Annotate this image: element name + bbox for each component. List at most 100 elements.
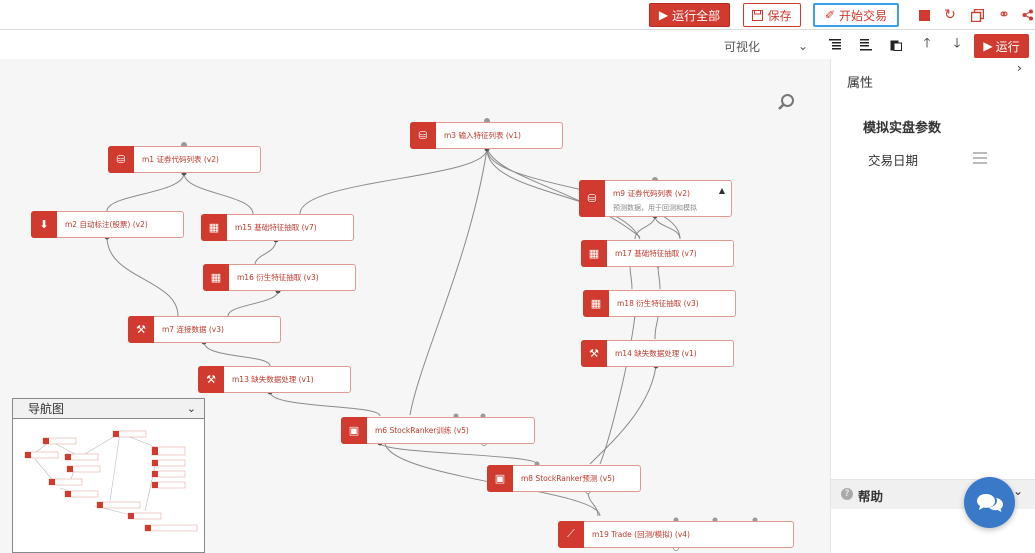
hamburger-icon[interactable] [973, 152, 987, 164]
trade-date-label: 交易日期 [868, 153, 919, 168]
table-feature-icon: ▦ [201, 213, 227, 241]
help-label: 帮助 [858, 489, 884, 504]
table-feature-icon: ▦ [203, 263, 229, 291]
question-icon: ? [841, 488, 853, 500]
paste-icon[interactable] [887, 36, 905, 54]
plug-icon: ✐ [824, 8, 836, 22]
node-m7[interactable]: ⚒ m7 连接数据 (v3) [128, 315, 281, 343]
data-process-icon: ⚒ [128, 315, 154, 343]
node-label: m14 缺失数据处理 (v1) [615, 349, 697, 358]
node-m1[interactable]: ⛁ m1 证券代码列表 (v2) [108, 145, 261, 173]
edge [629, 264, 633, 290]
node-m18[interactable]: ▦ m18 衍生特征抽取 (v3) [583, 289, 736, 317]
node-text: m9 证券代码列表 (v2) 预测数据，用于回测和模拟 [605, 181, 697, 213]
node-m15[interactable]: ▦ m15 基础特征抽取 (v7) [201, 213, 354, 241]
arrow-down-icon[interactable]: 🡓 [948, 36, 966, 54]
node-label: m1 证券代码列表 (v2) [142, 155, 219, 164]
edge [227, 290, 279, 317]
node-label: m2 自动标注(股票) (v2) [65, 220, 148, 229]
chevron-right-icon[interactable]: › [1017, 61, 1022, 75]
model-predict-icon: ▣ [487, 464, 513, 492]
top-toolbar: ▶ 运行全部 保存 ✐ 开始交易 ↻ ⚭ [0, 0, 1035, 30]
node-description: 预测数据，用于回测和模拟 [613, 204, 697, 212]
node-label: m13 缺失数据处理 (v1) [232, 375, 314, 384]
arrow-up-icon[interactable]: 🡑 [918, 36, 936, 54]
panel-title: 属性 [847, 76, 874, 91]
edge [599, 314, 636, 465]
node-m6[interactable]: ▣ m6 StockRanker训练 (v5) [341, 416, 535, 444]
edge [269, 391, 381, 417]
edge [203, 341, 271, 367]
data-process-icon: ⚒ [198, 365, 224, 393]
node-m8[interactable]: ▣ m8 StockRanker预测 (v5) [487, 464, 641, 492]
node-m16[interactable]: ▦ m16 衍生特征抽取 (v3) [203, 263, 356, 291]
database-upload-icon: ⛁ [410, 121, 436, 149]
refresh-icon[interactable]: ↻ [941, 6, 959, 24]
edge [106, 236, 179, 317]
node-m13[interactable]: ⚒ m13 缺失数据处理 (v1) [198, 365, 351, 393]
start-trade-button[interactable]: ✐ 开始交易 [813, 3, 899, 27]
node-label: m18 衍生特征抽取 (v3) [617, 299, 699, 308]
view-mode-select[interactable]: 可视化 ⌄ [722, 35, 810, 57]
edge [254, 239, 277, 266]
navigator-minimap[interactable] [15, 421, 202, 551]
edge [587, 490, 599, 517]
node-label: m8 StockRanker预测 (v5) [521, 474, 615, 483]
edge [183, 172, 254, 215]
copy-icon[interactable] [968, 6, 986, 24]
node-m9[interactable]: ⛁ m9 证券代码列表 (v2) 预测数据，用于回测和模拟 ▲ [579, 180, 732, 217]
link-icon[interactable]: ⚭ [995, 6, 1013, 24]
run-button[interactable]: ▶ 运行 [974, 34, 1029, 58]
node-label: m9 证券代码列表 (v2) [613, 189, 690, 198]
navigator-panel: 导航图 ⌄ [12, 398, 205, 553]
run-label: 运行 [995, 39, 1020, 54]
start-trade-label: 开始交易 [839, 8, 888, 23]
node-m2[interactable]: ⬇ m2 自动标注(股票) (v2) [31, 210, 184, 238]
node-m17[interactable]: ▦ m17 基础特征抽取 (v7) [581, 239, 734, 267]
node-m14[interactable]: ⚒ m14 缺失数据处理 (v1) [581, 339, 734, 367]
stop-icon[interactable] [915, 6, 933, 24]
search-icon[interactable] [777, 93, 795, 111]
node-label: m16 衍生特征抽取 (v3) [237, 273, 319, 282]
database-upload-icon: ⛁ [108, 145, 134, 173]
chevron-down-icon[interactable]: ⌄ [1013, 484, 1023, 498]
run-all-button[interactable]: ▶ 运行全部 [649, 3, 730, 27]
align-top-icon[interactable] [826, 36, 844, 54]
node-label: m7 连接数据 (v3) [162, 325, 224, 334]
view-mode-value: 可视化 [724, 39, 761, 54]
download-icon: ⬇ [31, 210, 57, 238]
node-m3[interactable]: ⛁ m3 输入特征列表 (v1) [410, 121, 563, 149]
navigator-title: 导航图 [28, 402, 65, 416]
section-title: 模拟实盘参数 [863, 121, 942, 136]
edge [106, 172, 185, 212]
navigator-header[interactable]: 导航图 ⌄ [13, 399, 204, 419]
canvas-toolbar: 可视化 ⌄ 🡑 🡓 ▶ 运行 [0, 31, 1035, 59]
play-icon: ▶ [983, 39, 993, 53]
workflow-canvas[interactable]: ⛁ m1 证券代码列表 (v2) ⬇ m2 自动标注(股票) (v2) ⛁ m3… [0, 59, 830, 553]
chevron-down-icon: ⌄ [797, 39, 808, 53]
node-label: m19 Trade (回测/模拟) (v4) [592, 530, 690, 539]
save-button[interactable]: 保存 [743, 3, 801, 27]
node-label: m17 基础特征抽取 (v7) [615, 249, 697, 258]
table-feature-icon: ▦ [583, 289, 609, 317]
share-icon[interactable] [1019, 6, 1035, 24]
properties-panel: › 属性 模拟实盘参数 交易日期 ? 帮助 ⌄ [830, 59, 1035, 553]
table-feature-icon: ▦ [581, 239, 607, 267]
align-bottom-icon[interactable] [857, 36, 875, 54]
chat-button[interactable] [964, 477, 1015, 528]
node-label: m3 输入特征列表 (v1) [444, 131, 521, 140]
data-process-icon: ⚒ [581, 339, 607, 367]
chart-trend-icon: ⟋ [558, 520, 584, 548]
node-label: m15 基础特征抽取 (v7) [235, 223, 317, 232]
edge [379, 442, 538, 465]
edge [654, 314, 659, 340]
edge [409, 148, 488, 416]
floppy-icon [752, 9, 764, 21]
chevron-up-icon[interactable]: ▲ [719, 186, 725, 195]
node-label: m6 StockRanker训练 (v5) [375, 426, 469, 435]
play-icon: ▶ [658, 8, 669, 22]
database-upload-icon: ⛁ [579, 180, 605, 217]
node-m19[interactable]: ⟋ m19 Trade (回测/模拟) (v4) [558, 520, 794, 548]
save-label: 保存 [767, 8, 792, 23]
chevron-down-icon[interactable]: ⌄ [187, 402, 196, 415]
